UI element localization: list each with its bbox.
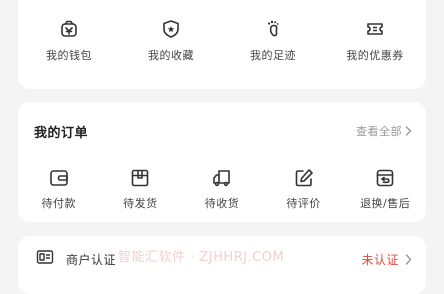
quick-links-row: 我的钱包 我的收藏 我的足迹 我的优惠券 [18, 18, 426, 63]
orders-header: 我的订单 查看全部 [34, 122, 412, 141]
order-status-label: 待发货 [123, 197, 158, 210]
merchant-verification-row[interactable]: 商户认证 未认证 [36, 248, 412, 270]
box-icon [128, 166, 152, 190]
footprint-icon [262, 18, 284, 40]
order-status-label: 退换/售后 [360, 197, 411, 210]
orders-card: 我的订单 查看全部 待付款 待发货 待收货 待评价 退换/售后 [18, 102, 426, 222]
merchant-verification-label: 商户认证 [66, 252, 117, 267]
orders-title: 我的订单 [34, 125, 89, 141]
view-all-label: 查看全部 [356, 125, 402, 138]
order-status-row: 待付款 待发货 待收货 待评价 退换/售后 [18, 166, 426, 211]
quick-link-label: 我的优惠券 [346, 49, 404, 62]
merchant-verification-card: 商户认证 未认证 [18, 236, 426, 294]
quick-link-favorites[interactable]: 我的收藏 [120, 18, 222, 63]
quick-link-label: 我的收藏 [148, 49, 194, 62]
return-icon [373, 166, 397, 190]
order-pending-shipment[interactable]: 待发货 [100, 166, 182, 211]
order-pending-receipt[interactable]: 待收货 [181, 166, 263, 211]
quick-link-label: 我的足迹 [250, 49, 296, 62]
wallet-icon [58, 18, 80, 40]
verification-status: 未认证 [361, 252, 399, 267]
edit-icon [292, 166, 316, 190]
coupon-icon [364, 18, 386, 40]
chevron-right-icon [405, 253, 412, 265]
chevron-right-icon [405, 126, 412, 136]
order-status-label: 待收货 [204, 197, 240, 210]
wallet-card-icon [47, 166, 71, 190]
order-pending-review[interactable]: 待评价 [263, 166, 345, 211]
quick-link-label: 我的钱包 [46, 49, 92, 62]
order-return-aftersale[interactable]: 退换/售后 [344, 166, 426, 211]
quick-link-wallet[interactable]: 我的钱包 [18, 18, 120, 63]
order-status-label: 待评价 [286, 197, 321, 210]
quick-link-coupon[interactable]: 我的优惠券 [324, 18, 426, 63]
order-pending-payment[interactable]: 待付款 [18, 166, 100, 211]
view-all-orders-link[interactable]: 查看全部 [356, 123, 412, 139]
order-status-label: 待付款 [41, 197, 77, 210]
quick-link-footprint[interactable]: 我的足迹 [222, 18, 324, 63]
quick-links-card: 我的钱包 我的收藏 我的足迹 我的优惠券 [18, 0, 426, 89]
favorites-shield-icon [160, 18, 182, 40]
id-card-icon [36, 249, 54, 269]
truck-icon [210, 166, 234, 190]
